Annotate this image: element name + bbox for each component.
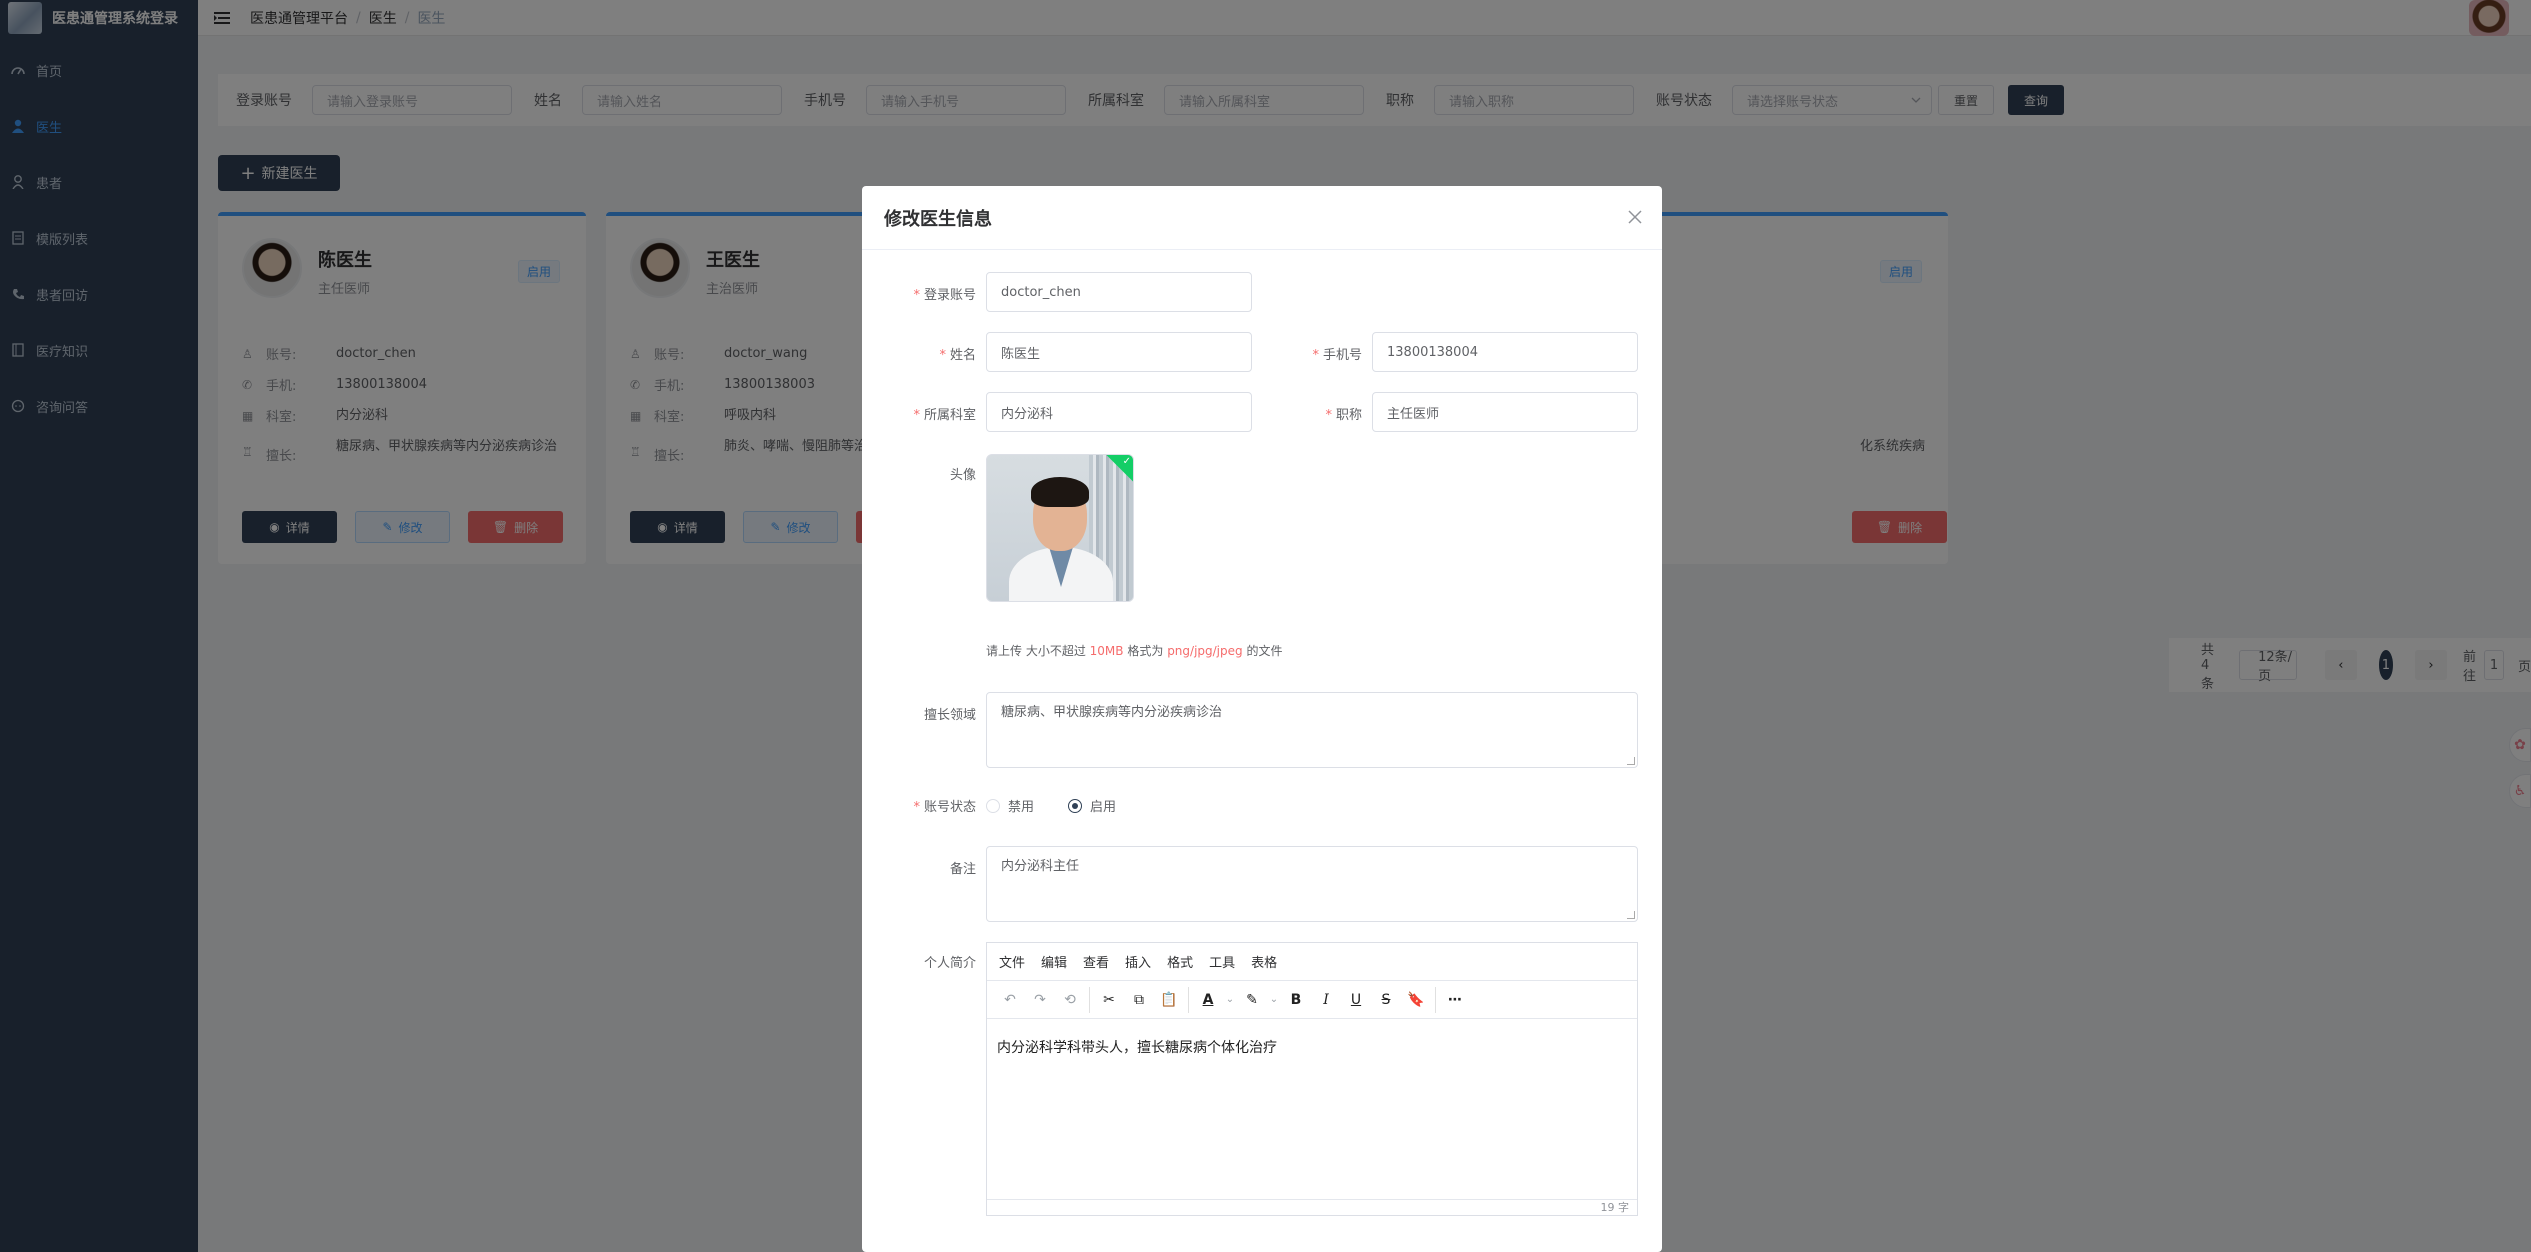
editor-menu-format[interactable]: 格式 <box>1167 952 1193 971</box>
status-radio-disabled[interactable]: 禁用 <box>986 796 1034 815</box>
name-label: * 姓名 <box>939 348 976 363</box>
remark-label: 备注 <box>949 862 976 877</box>
title-field[interactable]: 主任医师 <box>1372 392 1638 432</box>
highlight-chevron-icon[interactable]: ⌄ <box>1267 986 1281 1014</box>
close-icon[interactable] <box>1626 208 1644 226</box>
editor-menu-tools[interactable]: 工具 <box>1209 952 1235 971</box>
word-count: 19 字 <box>987 1199 1637 1215</box>
avatar-label: 头像 <box>949 468 976 483</box>
text-color-icon[interactable]: A <box>1193 986 1223 1014</box>
dialog-header: 修改医生信息 <box>862 186 1662 250</box>
copy-icon[interactable]: ⧉ <box>1124 986 1154 1014</box>
undo-icon[interactable]: ↶ <box>995 986 1025 1014</box>
bold-icon[interactable]: B <box>1281 986 1311 1014</box>
rich-text-editor: 文件 编辑 查看 插入 格式 工具 表格 ↶ ↷ ⟲ ✂ ⧉ 📋 A ⌄ ✎ ⌄… <box>986 942 1638 1216</box>
cut-icon[interactable]: ✂ <box>1094 986 1124 1014</box>
account-label: * 登录账号 <box>913 288 976 303</box>
editor-menubar: 文件 编辑 查看 插入 格式 工具 表格 <box>987 943 1637 981</box>
upload-hint: 请上传 大小不超过 10MB 格式为 png/jpg/jpeg 的文件 <box>986 644 1283 658</box>
skill-label: 擅长领域 <box>923 708 976 723</box>
account-field[interactable]: doctor_chen <box>986 272 1252 312</box>
highlight-icon[interactable]: ✎ <box>1237 986 1267 1014</box>
title-label: * 职称 <box>1325 408 1362 423</box>
editor-menu-view[interactable]: 查看 <box>1083 952 1109 971</box>
editor-content[interactable]: 内分泌科学科带头人，擅长糖尿病个体化治疗 <box>987 1019 1637 1075</box>
underline-icon[interactable]: U <box>1341 986 1371 1014</box>
edit-doctor-dialog: 修改医生信息 * 登录账号 doctor_chen * 姓名 陈医生 * 手机号 13… <box>862 186 1662 1252</box>
bookmark-icon[interactable]: 🔖 <box>1401 986 1431 1014</box>
italic-icon[interactable]: I <box>1311 986 1341 1014</box>
check-icon: ✓ <box>1122 456 1131 467</box>
remark-textarea[interactable]: 内分泌科主任 <box>986 846 1638 922</box>
editor-menu-table[interactable]: 表格 <box>1251 952 1277 971</box>
skill-textarea[interactable]: 糖尿病、甲状腺疾病等内分泌疾病诊治 <box>986 692 1638 768</box>
dialog-title: 修改医生信息 <box>884 208 992 230</box>
phone-label: * 手机号 <box>1312 348 1362 363</box>
more-icon[interactable]: ⋯ <box>1440 986 1470 1014</box>
history-icon[interactable]: ⟲ <box>1055 986 1085 1014</box>
redo-icon[interactable]: ↷ <box>1025 986 1055 1014</box>
text-color-chevron-icon[interactable]: ⌄ <box>1223 986 1237 1014</box>
intro-label: 个人简介 <box>923 956 976 971</box>
avatar-upload[interactable]: ✓ <box>986 454 1134 602</box>
resize-handle-icon[interactable] <box>1627 757 1635 765</box>
paste-icon[interactable]: 📋 <box>1154 986 1184 1014</box>
dept-label: * 所属科室 <box>913 408 976 423</box>
editor-toolbar: ↶ ↷ ⟲ ✂ ⧉ 📋 A ⌄ ✎ ⌄ B I U S 🔖 ⋯ <box>987 981 1637 1019</box>
status-radio-enabled[interactable]: 启用 <box>1068 796 1116 815</box>
dept-field[interactable]: 内分泌科 <box>986 392 1252 432</box>
radio-icon <box>986 798 1000 813</box>
editor-menu-insert[interactable]: 插入 <box>1125 952 1151 971</box>
phone-field[interactable]: 13800138004 <box>1372 332 1638 372</box>
resize-handle-icon[interactable] <box>1627 911 1635 919</box>
editor-menu-edit[interactable]: 编辑 <box>1041 952 1067 971</box>
radio-checked-icon <box>1068 798 1082 813</box>
strikethrough-icon[interactable]: S <box>1371 986 1401 1014</box>
status-label: * 账号状态 <box>913 800 976 815</box>
name-field[interactable]: 陈医生 <box>986 332 1252 372</box>
editor-menu-file[interactable]: 文件 <box>999 952 1025 971</box>
